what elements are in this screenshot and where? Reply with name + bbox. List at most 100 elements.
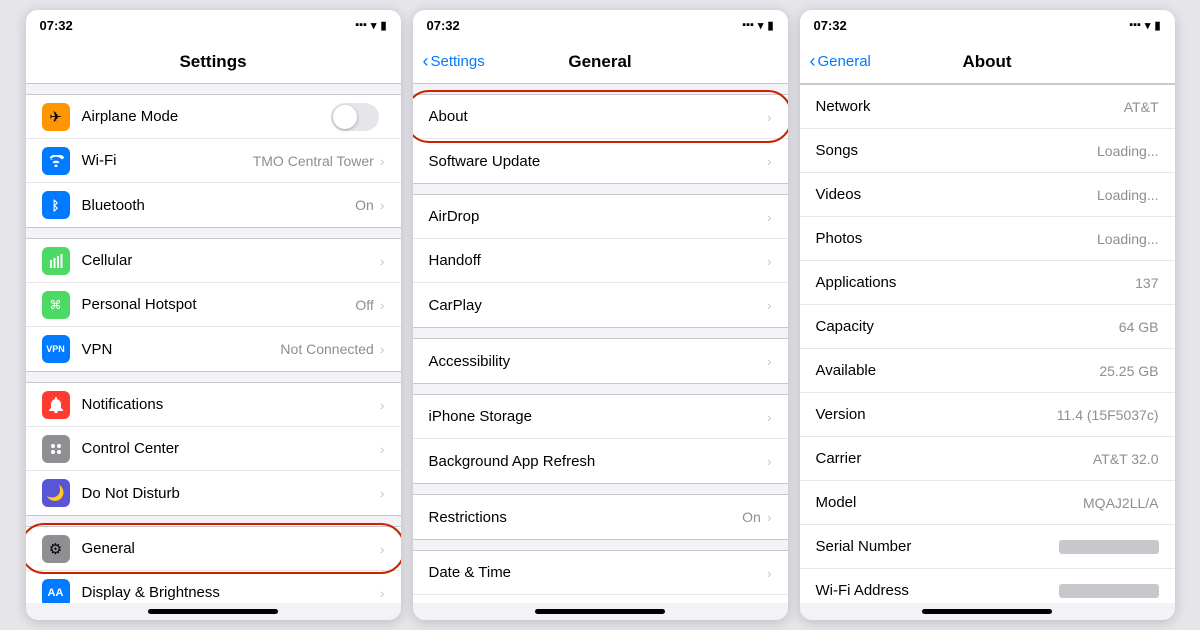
videos-label: Videos (816, 186, 1098, 203)
status-bar-1: 07:32 ▪▪▪ ▾ ▮ (26, 10, 401, 40)
row-label-handoff: Handoff (429, 252, 767, 269)
airplane-toggle[interactable] (331, 103, 379, 131)
carplay-chevron: › (767, 297, 772, 313)
back-chevron-3: ‹ (810, 51, 816, 72)
phone1-frame: 07:32 ▪▪▪ ▾ ▮ Settings ✈ Airplane Mode (26, 10, 401, 620)
status-bar-3: 07:32 ▪▪▪ ▾ ▮ (800, 10, 1175, 40)
row-bluetooth[interactable]: ᛒ Bluetooth On › (26, 183, 401, 227)
hotspot-value: Off (355, 297, 373, 313)
general-group-2: AirDrop › Handoff › CarPlay › (413, 194, 788, 328)
row-datetime[interactable]: Date & Time › (413, 551, 788, 595)
serialnumber-label: Serial Number (816, 538, 1059, 555)
settings-group-4: ⚙ General › AA Display & Brightness › Wa… (26, 526, 401, 603)
nav-bar-2: ‹ Settings General (413, 40, 788, 84)
nav-back-3[interactable]: ‹ General (810, 51, 871, 72)
general-group-5: Restrictions On › (413, 494, 788, 540)
row-label-donotdisturb: Do Not Disturb (82, 485, 380, 502)
home-indicator-2 (535, 609, 665, 614)
time-2: 07:32 (427, 18, 460, 33)
row-restrictions[interactable]: Restrictions On › (413, 495, 788, 539)
signal-icon-2: ▪▪▪ (742, 19, 754, 31)
general-chevron: › (380, 541, 385, 557)
about-row-model: Model MQAJ2LL/A (800, 481, 1175, 525)
photos-label: Photos (816, 230, 1098, 247)
time-3: 07:32 (814, 18, 847, 33)
row-hotspot[interactable]: ⌘ Personal Hotspot Off › (26, 283, 401, 327)
carrier-label: Carrier (816, 450, 1093, 467)
row-label-about: About (429, 108, 767, 125)
restrictions-chevron: › (767, 509, 772, 525)
row-vpn[interactable]: VPN VPN Not Connected › (26, 327, 401, 371)
datetime-chevron: › (767, 565, 772, 581)
row-airdrop[interactable]: AirDrop › (413, 195, 788, 239)
nav-title-3: About (962, 52, 1011, 72)
cellular-icon (42, 247, 70, 275)
row-label-display: Display & Brightness (82, 584, 380, 601)
about-row-serialnumber: Serial Number (800, 525, 1175, 569)
row-softwareupdate[interactable]: Software Update › (413, 139, 788, 183)
row-label-control: Control Center (82, 440, 380, 457)
row-backgroundapp[interactable]: Background App Refresh › (413, 439, 788, 483)
cellular-chevron: › (380, 253, 385, 269)
row-general[interactable]: ⚙ General › (26, 527, 401, 571)
signal-icon: ▪▪▪ (355, 19, 367, 31)
wifi-value: TMO Central Tower (253, 153, 374, 169)
row-label-vpn: VPN (82, 341, 281, 358)
vpn-chevron: › (380, 341, 385, 357)
capacity-label: Capacity (816, 318, 1119, 335)
row-label-bluetooth: Bluetooth (82, 197, 356, 214)
phone3-frame: 07:32 ▪▪▪ ▾ ▮ ‹ General About Network AT… (800, 10, 1175, 620)
handoff-chevron: › (767, 253, 772, 269)
nav-back-2[interactable]: ‹ Settings (423, 51, 485, 72)
about-content[interactable]: Network AT&T Songs Loading... Videos Loa… (800, 84, 1175, 603)
iphonestorage-chevron: › (767, 409, 772, 425)
about-group: Network AT&T Songs Loading... Videos Loa… (800, 84, 1175, 603)
photos-value: Loading... (1097, 231, 1159, 247)
status-icons-2: ▪▪▪ ▾ ▮ (742, 19, 773, 32)
row-control[interactable]: Control Center › (26, 427, 401, 471)
row-label-iphonestorage: iPhone Storage (429, 408, 767, 425)
row-accessibility[interactable]: Accessibility › (413, 339, 788, 383)
videos-value: Loading... (1097, 187, 1159, 203)
row-donotdisturb[interactable]: 🌙 Do Not Disturb › (26, 471, 401, 515)
row-display[interactable]: AA Display & Brightness › (26, 571, 401, 603)
available-label: Available (816, 362, 1100, 379)
time-1: 07:32 (40, 18, 73, 33)
row-keyboard[interactable]: Keyboard › (413, 595, 788, 603)
battery-icon: ▮ (380, 19, 386, 32)
settings-content-1[interactable]: ✈ Airplane Mode Wi-Fi TMO Central Tower … (26, 84, 401, 603)
control-icon (42, 435, 70, 463)
row-label-backgroundapp: Background App Refresh (429, 453, 767, 470)
row-about[interactable]: About › (413, 95, 788, 139)
version-value: 11.4 (15F5037c) (1057, 407, 1159, 423)
settings-group-2: Cellular › ⌘ Personal Hotspot Off › VPN … (26, 238, 401, 372)
donotdisturb-chevron: › (380, 485, 385, 501)
applications-value: 137 (1135, 275, 1158, 291)
row-wifi[interactable]: Wi-Fi TMO Central Tower › (26, 139, 401, 183)
general-icon: ⚙ (42, 535, 70, 563)
row-handoff[interactable]: Handoff › (413, 239, 788, 283)
hotspot-icon: ⌘ (42, 291, 70, 319)
nav-back-label-2: Settings (431, 53, 485, 70)
about-row-songs: Songs Loading... (800, 129, 1175, 173)
battery-icon-3: ▮ (1154, 19, 1160, 32)
wifi-icon-row (42, 147, 70, 175)
settings-content-2[interactable]: About › Software Update › AirDrop › Hand… (413, 84, 788, 603)
donotdisturb-icon: 🌙 (42, 479, 70, 507)
row-notifications[interactable]: Notifications › (26, 383, 401, 427)
backgroundapp-chevron: › (767, 453, 772, 469)
row-cellular[interactable]: Cellular › (26, 239, 401, 283)
row-label-notifications: Notifications (82, 396, 380, 413)
row-airplane[interactable]: ✈ Airplane Mode (26, 95, 401, 139)
home-indicator-3 (922, 609, 1052, 614)
about-row-applications: Applications 137 (800, 261, 1175, 305)
display-chevron: › (380, 585, 385, 601)
about-row-network: Network AT&T (800, 85, 1175, 129)
row-carplay[interactable]: CarPlay › (413, 283, 788, 327)
back-chevron-2: ‹ (423, 51, 429, 72)
row-label-softwareupdate: Software Update (429, 153, 767, 170)
wifi-icon-3: ▾ (1145, 19, 1151, 32)
row-iphonestorage[interactable]: iPhone Storage › (413, 395, 788, 439)
row-label-cellular: Cellular (82, 252, 380, 269)
bluetooth-icon: ᛒ (42, 191, 70, 219)
